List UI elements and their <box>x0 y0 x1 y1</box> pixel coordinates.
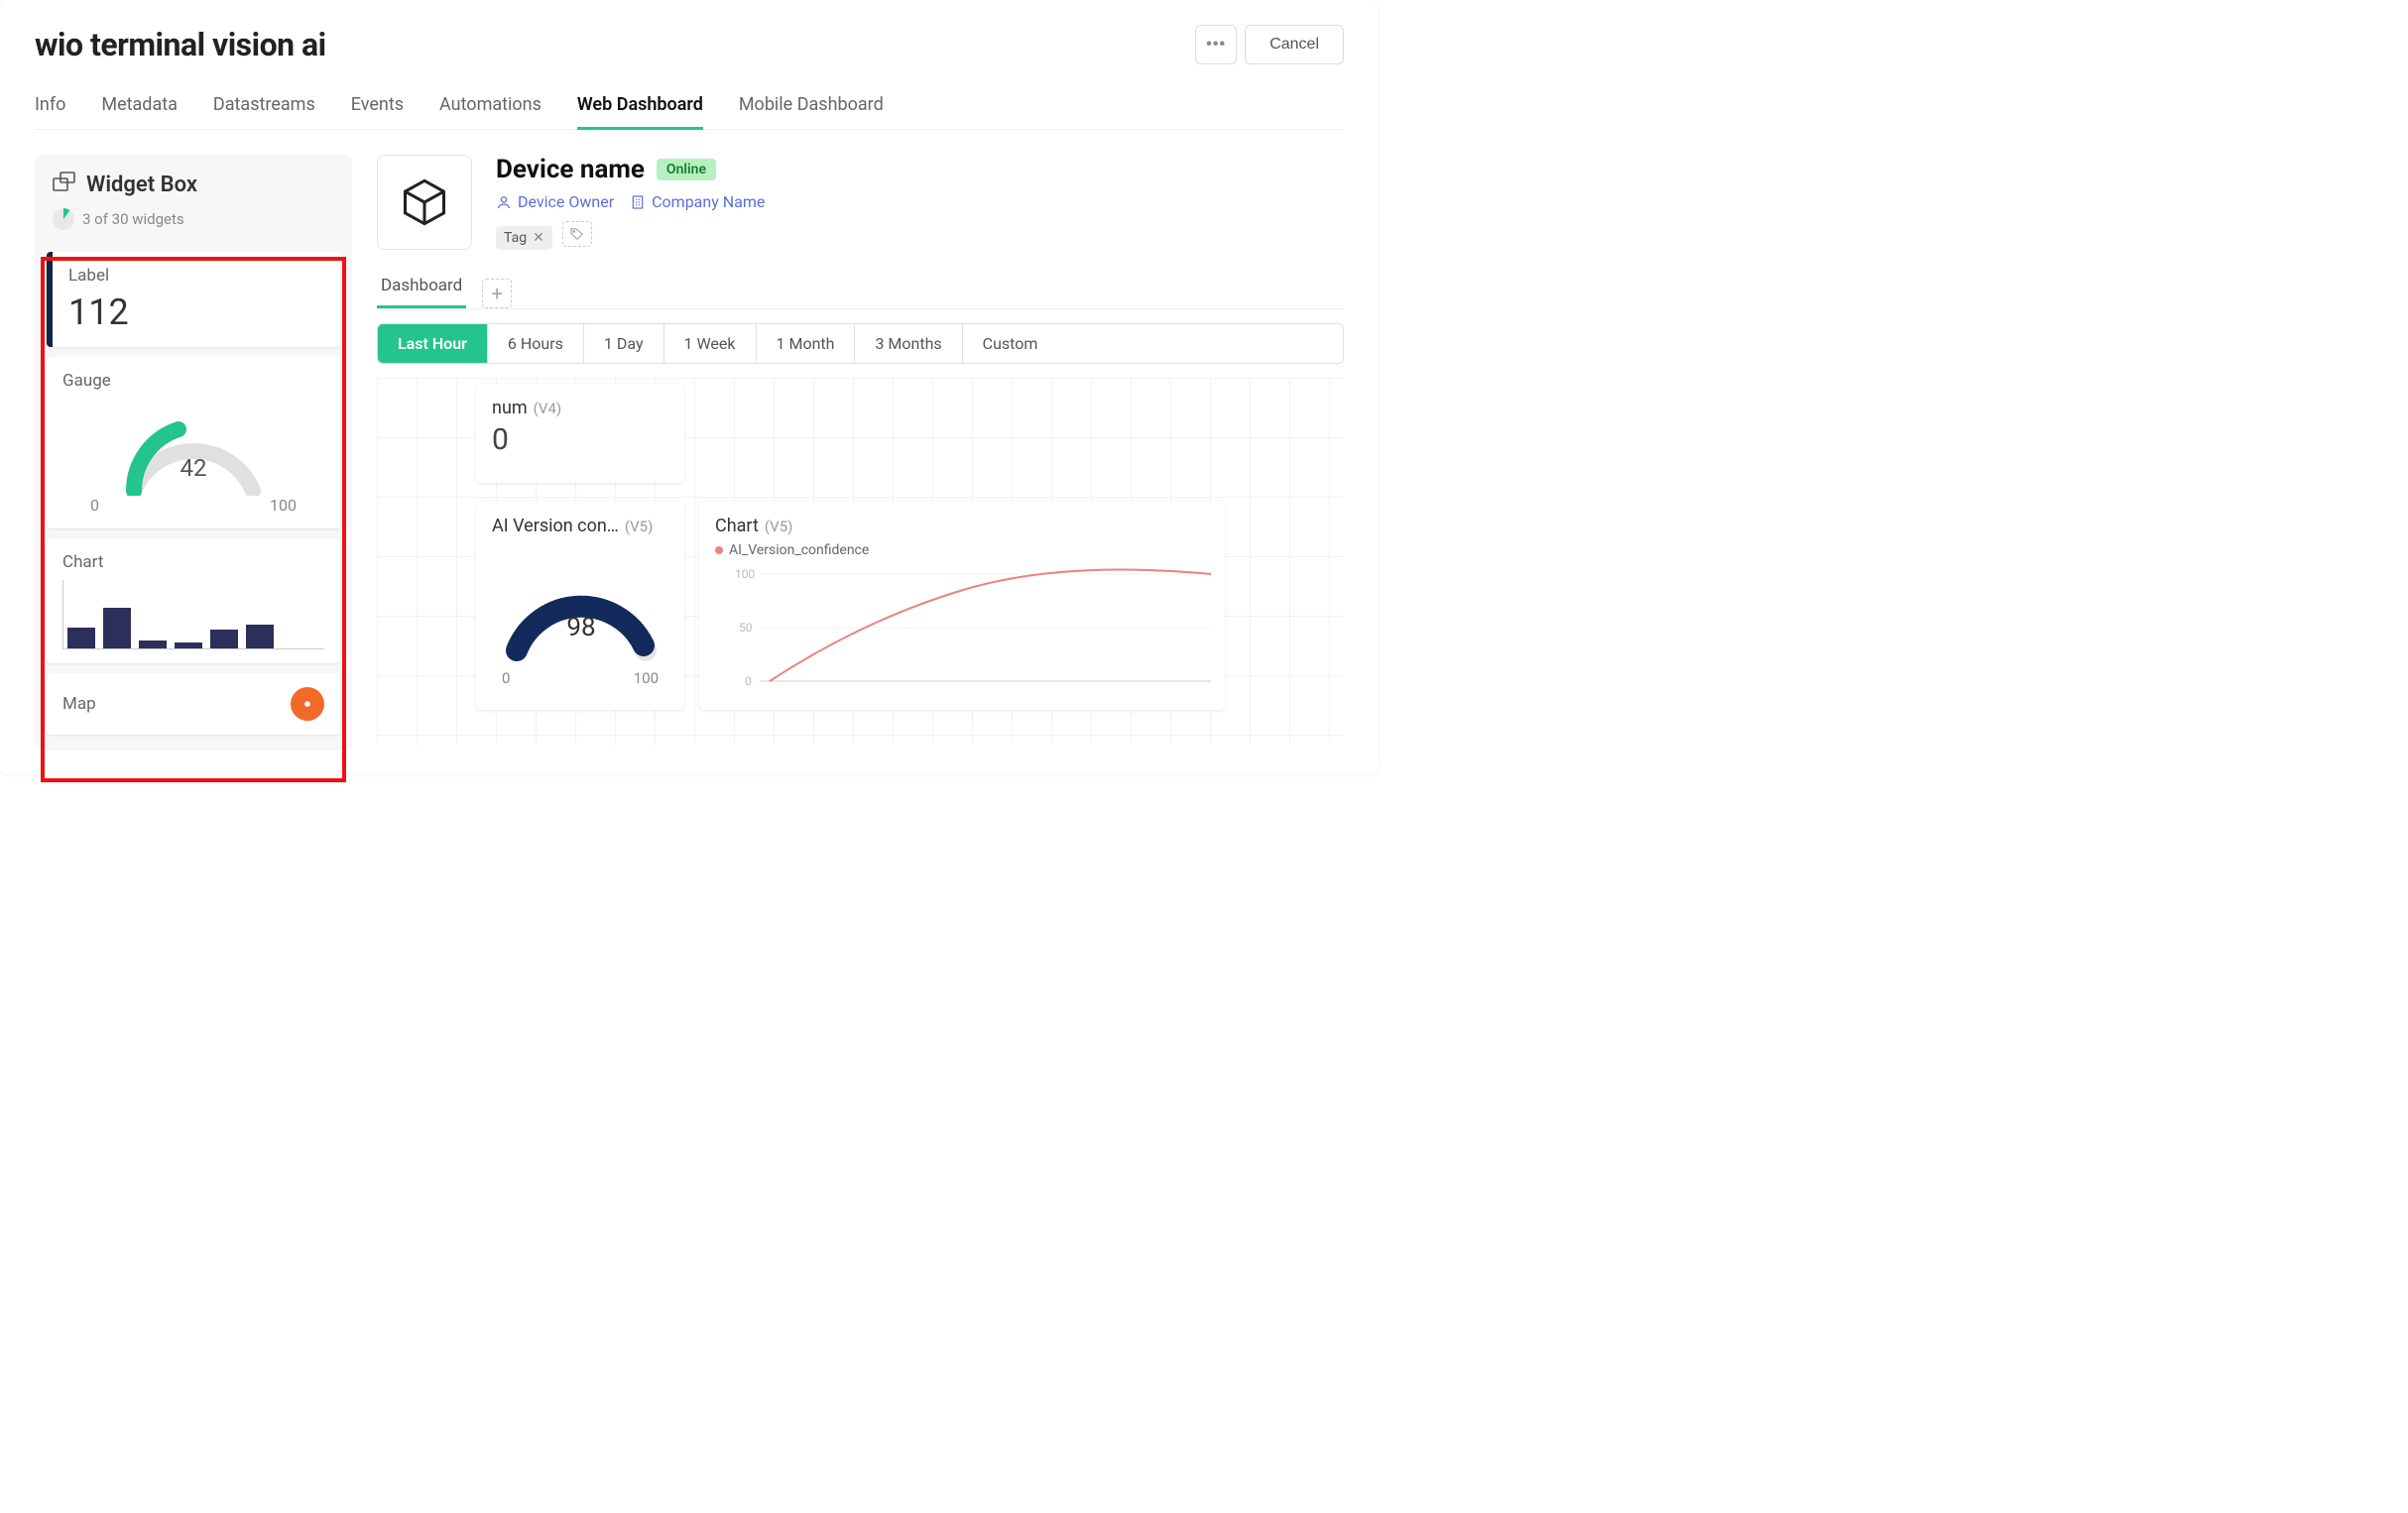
widget-item-chart[interactable]: Chart <box>47 538 340 663</box>
legend-dot-icon <box>715 546 723 554</box>
tab-metadata[interactable]: Metadata <box>101 94 178 129</box>
building-icon <box>630 194 646 210</box>
time-range-selector: Last Hour 6 Hours 1 Day 1 Week 1 Month 3… <box>377 323 1344 364</box>
template-tabs: Info Metadata Datastreams Events Automat… <box>35 94 1344 130</box>
gauge-max: 100 <box>270 496 297 515</box>
widget-item-chart-title: Chart <box>62 552 324 572</box>
line-chart: 100 50 0 <box>715 560 1211 699</box>
tab-datastreams[interactable]: Datastreams <box>213 94 315 129</box>
widget-box-panel: Widget Box 3 of 30 widgets Label 112 Gau… <box>35 155 352 751</box>
tag-icon <box>569 226 585 242</box>
close-icon[interactable]: ✕ <box>533 230 544 246</box>
widget-item-label-title: Label <box>68 266 324 286</box>
widget-item-map[interactable]: Map <box>47 673 340 735</box>
user-icon <box>496 194 512 210</box>
widget-item-gauge[interactable]: Gauge 42 0 100 <box>47 357 340 528</box>
svg-text:100: 100 <box>735 567 755 581</box>
gauge-preview-icon: 42 <box>104 397 283 496</box>
widget-usage-pie-icon <box>53 208 74 230</box>
map-pin-icon <box>291 687 324 721</box>
widget-chart-pin: (V5) <box>765 518 792 535</box>
widget-item-map-title: Map <box>62 694 96 714</box>
device-name: Device name <box>496 155 645 184</box>
gauge-min: 0 <box>90 496 99 515</box>
widget-ai-gauge[interactable]: AI Version con… (V5) 98 0 100 <box>476 502 684 710</box>
svg-text:0: 0 <box>745 674 752 688</box>
device-status-badge: Online <box>657 159 716 180</box>
widget-gauge-title: AI Version con… <box>492 516 619 536</box>
device-image-placeholder <box>377 155 472 250</box>
tab-info[interactable]: Info <box>35 94 65 129</box>
widget-item-gauge-title: Gauge <box>62 371 324 391</box>
cube-icon <box>399 176 450 228</box>
widget-item-label[interactable]: Label 112 <box>47 252 340 347</box>
company-link[interactable]: Company Name <box>630 192 765 211</box>
tab-events[interactable]: Events <box>351 94 404 129</box>
page-title: wio terminal vision ai <box>35 26 326 63</box>
add-dashboard-button[interactable]: + <box>482 279 512 308</box>
widget-num-title: num <box>492 398 528 418</box>
dashboard-tab[interactable]: Dashboard <box>377 268 466 308</box>
range-1-week[interactable]: 1 Week <box>664 324 757 363</box>
widget-box-title: Widget Box <box>86 173 197 197</box>
widget-num[interactable]: num (V4) 0 <box>476 384 684 483</box>
tag-chip[interactable]: Tag ✕ <box>496 226 552 250</box>
widget-gauge-pin: (V5) <box>625 518 653 535</box>
widget-chart-title: Chart <box>715 516 759 536</box>
tab-automations[interactable]: Automations <box>439 94 542 129</box>
ai-gauge-icon: 98 <box>492 536 670 665</box>
legend-label: AI_Version_confidence <box>729 542 869 558</box>
svg-text:98: 98 <box>566 613 595 642</box>
tab-mobile-dashboard[interactable]: Mobile Dashboard <box>739 94 884 129</box>
more-button[interactable]: ••• <box>1195 25 1237 64</box>
range-6-hours[interactable]: 6 Hours <box>488 324 584 363</box>
ai-gauge-max: 100 <box>634 669 659 687</box>
cancel-button[interactable]: Cancel <box>1245 25 1344 64</box>
widget-count-text: 3 of 30 widgets <box>82 210 184 228</box>
device-owner-link[interactable]: Device Owner <box>496 192 614 211</box>
widget-num-value: 0 <box>492 422 668 457</box>
widget-item-label-value: 112 <box>68 291 324 333</box>
svg-text:50: 50 <box>739 621 753 635</box>
add-tag-button[interactable] <box>562 221 592 247</box>
widget-num-pin: (V4) <box>534 400 561 417</box>
svg-text:42: 42 <box>181 454 207 482</box>
ai-gauge-min: 0 <box>502 669 510 687</box>
tab-web-dashboard[interactable]: Web Dashboard <box>577 94 703 130</box>
range-last-hour[interactable]: Last Hour <box>378 324 488 363</box>
range-3-months[interactable]: 3 Months <box>855 324 962 363</box>
range-1-month[interactable]: 1 Month <box>757 324 856 363</box>
chart-preview-icon <box>62 580 324 649</box>
range-1-day[interactable]: 1 Day <box>584 324 664 363</box>
dashboard-canvas[interactable]: num (V4) 0 AI Version con… (V5) 98 <box>377 378 1344 745</box>
range-custom[interactable]: Custom <box>963 324 1058 363</box>
widget-box-icon <box>53 171 76 198</box>
widget-chart[interactable]: Chart (V5) AI_Version_confidence 100 50 … <box>699 502 1225 710</box>
